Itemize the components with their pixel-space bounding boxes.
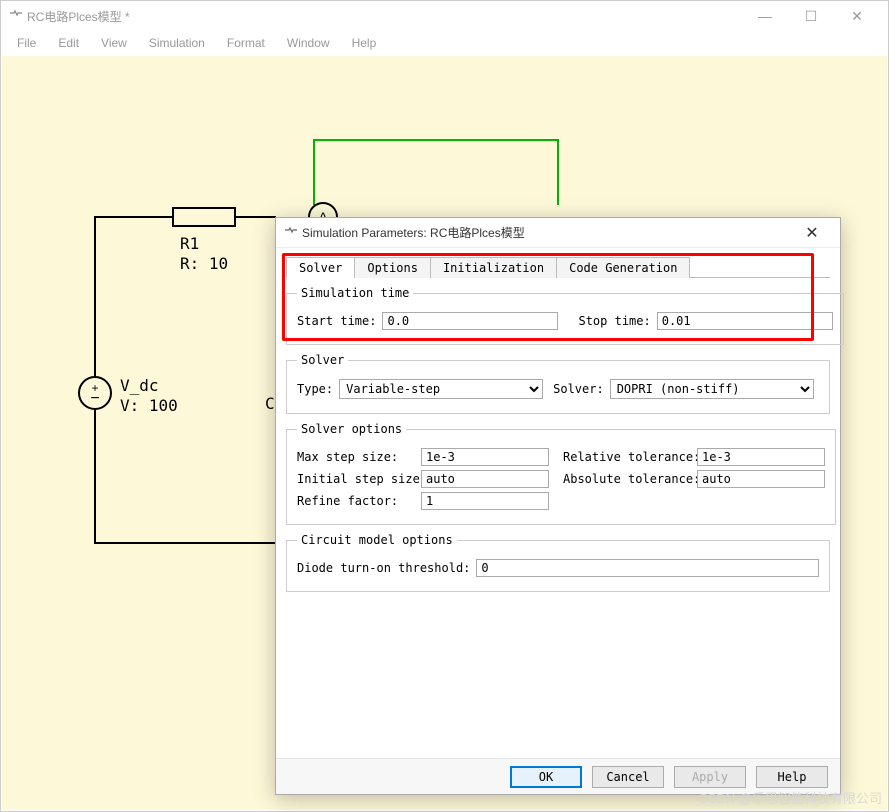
tab-solver[interactable]: Solver: [286, 257, 355, 278]
menu-file[interactable]: File: [7, 34, 46, 52]
cap-label: C: [265, 394, 275, 413]
main-menubar: File Edit View Simulation Format Window …: [1, 31, 888, 55]
init-step-label: Initial step size:: [297, 472, 415, 486]
solver-type-label: Type:: [297, 382, 333, 396]
abstol-input[interactable]: [697, 470, 825, 488]
probe-wire: [313, 139, 558, 141]
circuit-options-group: Circuit model options Diode turn-on thre…: [286, 533, 830, 592]
menu-edit[interactable]: Edit: [48, 34, 89, 52]
dialog-tabs: Solver Options Initialization Code Gener…: [286, 256, 830, 278]
menu-window[interactable]: Window: [277, 34, 340, 52]
vdc-value: V: 100: [120, 396, 178, 415]
cancel-button[interactable]: Cancel: [592, 766, 664, 788]
reltol-input[interactable]: [697, 448, 825, 466]
probe-wire: [557, 139, 559, 205]
refine-label: Refine factor:: [297, 494, 415, 508]
simulation-parameters-dialog: Simulation Parameters: RC电路Plces模型 ✕ Sol…: [275, 217, 841, 795]
app-icon: [9, 9, 23, 23]
close-button[interactable]: ✕: [834, 1, 880, 31]
minimize-button[interactable]: —: [742, 1, 788, 31]
max-step-input[interactable]: [421, 448, 549, 466]
solver-type-select[interactable]: Variable-step: [339, 379, 543, 399]
dialog-icon: [284, 226, 298, 240]
init-step-input[interactable]: [421, 470, 549, 488]
menu-help[interactable]: Help: [342, 34, 387, 52]
circuit-options-legend: Circuit model options: [297, 533, 457, 547]
menu-format[interactable]: Format: [217, 34, 275, 52]
refine-input[interactable]: [421, 492, 549, 510]
maximize-button[interactable]: ☐: [788, 1, 834, 31]
main-window: RC电路Plces模型 * — ☐ ✕ File Edit View Simul…: [0, 0, 889, 812]
main-title: RC电路Plces模型 *: [27, 8, 742, 25]
voltage-source[interactable]: +−: [78, 376, 112, 410]
r1-value: R: 10: [180, 254, 228, 273]
window-controls: — ☐ ✕: [742, 1, 880, 31]
reltol-label: Relative tolerance:: [563, 450, 691, 464]
start-time-input[interactable]: [382, 312, 558, 330]
vdc-name: V_dc: [120, 376, 159, 395]
solver-group: Solver Type: Variable-step Solver: DOPRI…: [286, 353, 830, 414]
diode-threshold-label: Diode turn-on threshold:: [297, 561, 470, 575]
simulation-time-group: Simulation time Start time: Stop time:: [286, 286, 844, 345]
dialog-title: Simulation Parameters: RC电路Plces模型: [302, 224, 792, 241]
wire: [94, 542, 276, 544]
probe-wire: [313, 139, 315, 205]
start-time-label: Start time:: [297, 314, 376, 328]
solver-name-select[interactable]: DOPRI (non-stiff): [610, 379, 814, 399]
solver-options-legend: Solver options: [297, 422, 406, 436]
menu-simulation[interactable]: Simulation: [139, 34, 215, 52]
r1-name: R1: [180, 234, 199, 253]
tab-initialization[interactable]: Initialization: [430, 257, 557, 278]
resistor-r1[interactable]: [172, 207, 236, 227]
dialog-close-button[interactable]: ✕: [792, 223, 832, 243]
tab-options[interactable]: Options: [354, 257, 431, 278]
abstol-label: Absolute tolerance:: [563, 472, 691, 486]
menu-view[interactable]: View: [91, 34, 137, 52]
dialog-body: Solver Options Initialization Code Gener…: [276, 248, 840, 758]
main-titlebar: RC电路Plces模型 * — ☐ ✕: [1, 1, 888, 31]
tab-code-generation[interactable]: Code Generation: [556, 257, 690, 278]
simulation-time-legend: Simulation time: [297, 286, 413, 300]
max-step-label: Max step size:: [297, 450, 415, 464]
solver-legend: Solver: [297, 353, 348, 367]
solver-name-label: Solver:: [553, 382, 604, 396]
apply-button[interactable]: Apply: [674, 766, 746, 788]
ok-button[interactable]: OK: [510, 766, 582, 788]
dialog-titlebar[interactable]: Simulation Parameters: RC电路Plces模型 ✕: [276, 218, 840, 248]
diode-threshold-input[interactable]: [476, 559, 819, 577]
dialog-footer: OK Cancel Apply Help: [276, 758, 840, 794]
solver-options-group: Solver options Max step size: Relative t…: [286, 422, 836, 525]
stop-time-input[interactable]: [657, 312, 833, 330]
stop-time-label: Stop time:: [578, 314, 650, 328]
help-button[interactable]: Help: [756, 766, 828, 788]
